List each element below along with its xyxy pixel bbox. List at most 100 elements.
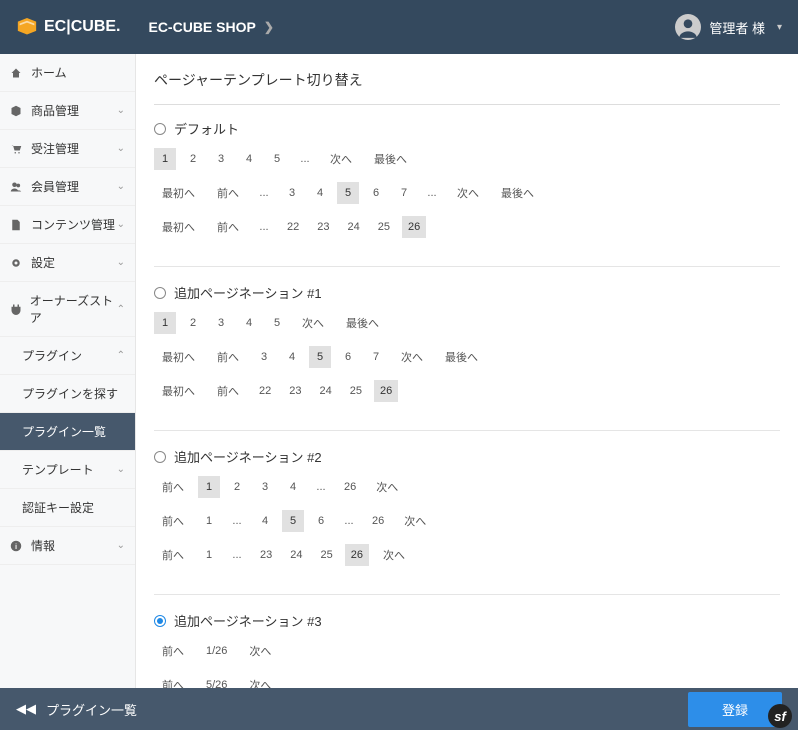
pager-item[interactable]: 23 (311, 216, 335, 238)
pager-item[interactable]: 2 (182, 312, 204, 334)
radio-button[interactable] (154, 287, 166, 299)
pager-item[interactable]: ... (421, 182, 443, 204)
block-head[interactable]: 追加ページネーション #2 (154, 447, 780, 466)
pager-item[interactable]: 次へ (241, 640, 279, 662)
pager-item[interactable]: 23 (254, 544, 278, 566)
pager-item[interactable]: ... (226, 510, 248, 532)
sidebar-item[interactable]: 会員管理⌄ (0, 168, 135, 206)
pager-item[interactable]: 4 (238, 312, 260, 334)
pager-item[interactable]: 22 (253, 380, 277, 402)
pager-item[interactable]: 最後へ (366, 148, 415, 170)
pager-item[interactable]: 次へ (396, 510, 434, 532)
radio-button[interactable] (154, 123, 166, 135)
pager-item[interactable]: 次へ (449, 182, 487, 204)
pager-item[interactable]: 前へ (209, 380, 247, 402)
pager-item[interactable]: 25 (372, 216, 396, 238)
pager-item[interactable]: 前へ (154, 510, 192, 532)
pager-item[interactable]: 前へ (209, 182, 247, 204)
pager-item[interactable]: ... (310, 476, 332, 498)
sidebar-item[interactable]: 受注管理⌄ (0, 130, 135, 168)
radio-button[interactable] (154, 451, 166, 463)
pager-item[interactable]: 5 (266, 148, 288, 170)
pager-item[interactable]: 1 (198, 544, 220, 566)
pager-item[interactable]: 6 (310, 510, 332, 532)
pager-item[interactable]: 5 (309, 346, 331, 368)
pager-item[interactable]: 3 (253, 346, 275, 368)
sidebar-item[interactable]: 設定⌄ (0, 244, 135, 282)
pager-item[interactable]: 1 (198, 476, 220, 498)
pager-item[interactable]: 3 (210, 148, 232, 170)
block-head[interactable]: デフォルト (154, 119, 780, 138)
header-user[interactable]: 管理者 様 ▾ (675, 14, 782, 40)
sidebar-subitem[interactable]: プラグイン一覧 (0, 413, 135, 451)
pager-item[interactable]: 2 (182, 148, 204, 170)
pager-item[interactable]: 6 (365, 182, 387, 204)
pager-item[interactable]: 前へ (154, 544, 192, 566)
pager-item[interactable]: 4 (238, 148, 260, 170)
pager-item[interactable]: 26 (374, 380, 398, 402)
pager-item[interactable]: 4 (309, 182, 331, 204)
pager-item[interactable]: 5 (282, 510, 304, 532)
pager-item[interactable]: 5 (337, 182, 359, 204)
sidebar-subitem[interactable]: 認証キー設定 (0, 489, 135, 527)
pager-item[interactable]: 次へ (368, 476, 406, 498)
pager-item[interactable]: 3 (210, 312, 232, 334)
pager-item[interactable]: 3 (254, 476, 276, 498)
pager-item[interactable]: 7 (365, 346, 387, 368)
pager-item[interactable]: 6 (337, 346, 359, 368)
pager-item[interactable]: 4 (281, 346, 303, 368)
sidebar-item[interactable]: 商品管理⌄ (0, 92, 135, 130)
pager-item[interactable]: 5/26 (198, 674, 235, 688)
pager-item[interactable]: 26 (338, 476, 362, 498)
block-head[interactable]: 追加ページネーション #3 (154, 611, 780, 630)
pager-item[interactable]: 1/26 (198, 640, 235, 662)
pager-item[interactable]: 25 (315, 544, 339, 566)
sidebar-item[interactable]: コンテンツ管理⌄ (0, 206, 135, 244)
pager-item[interactable]: 最後へ (338, 312, 387, 334)
pager-item[interactable]: 次へ (294, 312, 332, 334)
radio-button[interactable] (154, 615, 166, 627)
pager-item[interactable]: 最初へ (154, 380, 203, 402)
back-button[interactable]: ◀◀ プラグイン一覧 (16, 700, 137, 719)
pager-item[interactable]: 最初へ (154, 216, 203, 238)
sidebar-item[interactable]: ホーム (0, 54, 135, 92)
pager-item[interactable]: 4 (254, 510, 276, 532)
pager-item[interactable]: 26 (345, 544, 369, 566)
pager-item[interactable]: 26 (366, 510, 390, 532)
pager-item[interactable]: 26 (402, 216, 426, 238)
pager-item[interactable]: 1 (198, 510, 220, 532)
pager-item[interactable]: 前へ (154, 674, 192, 688)
pager-item[interactable]: 24 (284, 544, 308, 566)
sidebar-item[interactable]: オーナーズストア⌃ (0, 282, 135, 337)
pager-item[interactable]: 前へ (209, 216, 247, 238)
pager-item[interactable]: 最初へ (154, 346, 203, 368)
pager-item[interactable]: ... (338, 510, 360, 532)
sidebar-subitem[interactable]: テンプレート⌄ (0, 451, 135, 489)
pager-item[interactable]: ... (253, 216, 275, 238)
pager-item[interactable]: 24 (314, 380, 338, 402)
pager-item[interactable]: 次へ (241, 674, 279, 688)
pager-item[interactable]: 最後へ (493, 182, 542, 204)
pager-item[interactable]: 前へ (154, 476, 192, 498)
pager-item[interactable]: 次へ (322, 148, 360, 170)
pager-item[interactable]: 前へ (209, 346, 247, 368)
pager-item[interactable]: 7 (393, 182, 415, 204)
pager-item[interactable]: 次へ (393, 346, 431, 368)
pager-item[interactable]: 4 (282, 476, 304, 498)
pager-item[interactable]: 1 (154, 148, 176, 170)
pager-item[interactable]: 2 (226, 476, 248, 498)
pager-item[interactable]: 22 (281, 216, 305, 238)
pager-item[interactable]: 5 (266, 312, 288, 334)
block-head[interactable]: 追加ページネーション #1 (154, 283, 780, 302)
pager-item[interactable]: 25 (344, 380, 368, 402)
shop-name-link[interactable]: EC-CUBE SHOP ❯ (148, 19, 273, 35)
pager-item[interactable]: 最後へ (437, 346, 486, 368)
pager-item[interactable]: 最初へ (154, 182, 203, 204)
sidebar-subitem[interactable]: プラグイン⌃ (0, 337, 135, 375)
pager-item[interactable]: 前へ (154, 640, 192, 662)
pager-item[interactable]: 24 (342, 216, 366, 238)
sidebar-subitem[interactable]: プラグインを探す (0, 375, 135, 413)
pager-item[interactable]: ... (253, 182, 275, 204)
pager-item[interactable]: 23 (283, 380, 307, 402)
pager-item[interactable]: ... (294, 148, 316, 170)
